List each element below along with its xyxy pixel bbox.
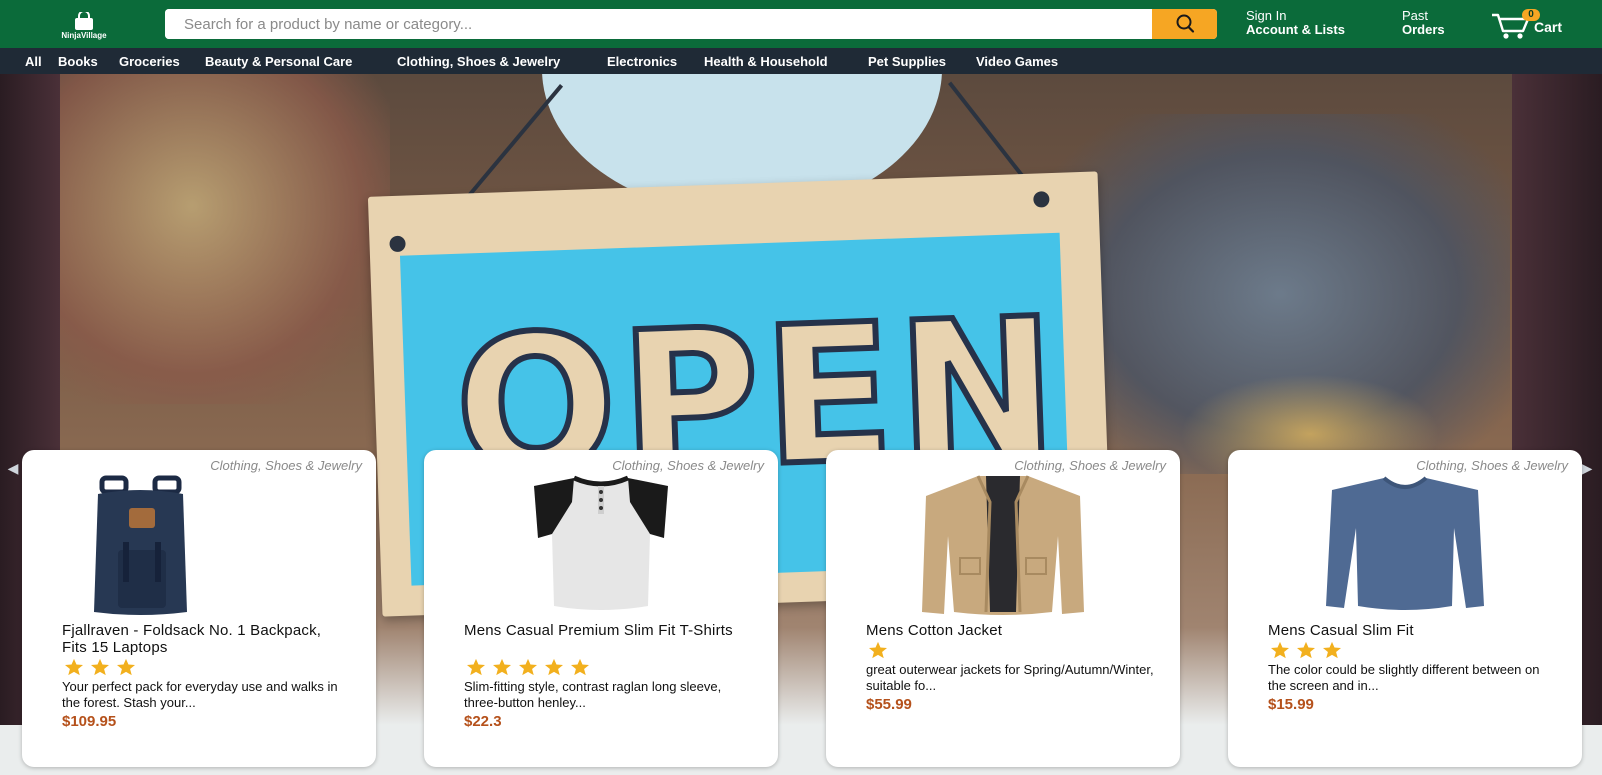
category-link-beauty[interactable]: Beauty & Personal Care [205, 54, 352, 69]
sign-hole [1033, 191, 1050, 208]
category-link-video-games[interactable]: Video Games [976, 54, 1058, 69]
star-icon [1297, 641, 1315, 659]
product-description: Slim-fitting style, contrast raglan long… [464, 679, 722, 710]
star-icon [1271, 641, 1289, 659]
star-icon [571, 658, 589, 676]
product-title: Mens Casual Slim Fit [1268, 622, 1414, 639]
cart-label: Cart [1534, 19, 1563, 35]
product-price: $22.3 [464, 713, 502, 730]
rating-stars [1268, 641, 1344, 659]
top-header: NinjaVillage Sign In Account & Lists Pas… [0, 0, 1602, 48]
search-input[interactable] [165, 9, 1152, 39]
product-title: Mens Cotton Jacket [866, 622, 1003, 639]
product-price: $15.99 [1268, 696, 1314, 713]
brand-logo[interactable]: NinjaVillage [55, 12, 113, 44]
rating-stars [464, 658, 592, 676]
category-link-clothing[interactable]: Clothing, Shoes & Jewelry [397, 54, 560, 69]
star-icon [65, 658, 83, 676]
star-icon [869, 641, 887, 659]
star-icon [519, 658, 537, 676]
jacket-icon [922, 475, 1084, 615]
hero-background-blur [60, 74, 390, 404]
brand-name: NinjaVillage [61, 31, 107, 40]
star-icon [1323, 641, 1341, 659]
product-price: $109.95 [62, 713, 117, 730]
product-description: Your perfect pack for everyday use and w… [62, 679, 338, 710]
product-card[interactable]: Clothing, Shoes & Jewelry Mens Casual Pr… [424, 450, 778, 767]
sign-hole [389, 235, 406, 253]
star-icon [117, 658, 135, 676]
carousel-prev-button[interactable]: ◀ [6, 458, 20, 478]
star-icon [545, 658, 563, 676]
category-link-all[interactable]: All [25, 54, 42, 69]
henley-shirt-icon [534, 475, 668, 610]
carousel-next-button[interactable]: ▶ [1580, 458, 1594, 478]
product-title: Fjallraven - Foldsack No. 1 Backpack, Fi… [62, 622, 322, 656]
orders-line1: Past [1402, 8, 1429, 23]
search-bar [165, 9, 1217, 39]
product-category: Clothing, Shoes & Jewelry [210, 458, 362, 473]
search-button[interactable] [1152, 9, 1217, 39]
category-link-health[interactable]: Health & Household [704, 54, 828, 69]
cart-button[interactable]: 0 Cart [1490, 9, 1580, 41]
category-nav: All Books Groceries Beauty & Personal Ca… [0, 48, 1602, 74]
category-link-pet-supplies[interactable]: Pet Supplies [868, 54, 946, 69]
account-line2: Account & Lists [1246, 22, 1345, 37]
product-category: Clothing, Shoes & Jewelry [1416, 458, 1568, 473]
account-menu[interactable]: Sign In Account & Lists [1246, 9, 1345, 37]
product-category: Clothing, Shoes & Jewelry [612, 458, 764, 473]
rating-stars [62, 658, 138, 676]
star-icon [91, 658, 109, 676]
star-icon [467, 658, 485, 676]
orders-line2: Orders [1402, 22, 1445, 37]
product-category: Clothing, Shoes & Jewelry [1014, 458, 1166, 473]
backpack-icon [94, 475, 187, 615]
star-icon [493, 658, 511, 676]
shopping-bag-icon [75, 12, 93, 30]
category-link-groceries[interactable]: Groceries [119, 54, 180, 69]
orders-link[interactable]: Past Orders [1402, 9, 1445, 37]
product-card[interactable]: Clothing, Shoes & Jewelry Mens Casual Sl… [1228, 450, 1582, 767]
account-line1: Sign In [1246, 8, 1287, 23]
rating-stars [866, 641, 890, 659]
product-description: great outerwear jackets for Spring/Autum… [866, 662, 1154, 693]
product-card[interactable]: Clothing, Shoes & Jewelry Fjallraven - F… [22, 450, 376, 767]
product-description: The color could be slightly different be… [1268, 662, 1540, 693]
long-sleeve-shirt-icon [1326, 476, 1484, 610]
category-link-books[interactable]: Books [58, 54, 98, 69]
product-card[interactable]: Clothing, Shoes & Jewelry Mens Cotton Ja… [826, 450, 1180, 767]
search-icon [1176, 14, 1194, 33]
category-link-electronics[interactable]: Electronics [607, 54, 677, 69]
product-price: $55.99 [866, 696, 912, 713]
product-title: Mens Casual Premium Slim Fit T-Shirts [464, 622, 733, 639]
